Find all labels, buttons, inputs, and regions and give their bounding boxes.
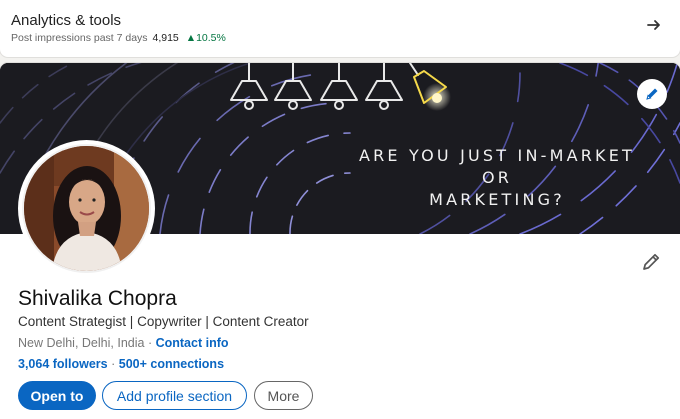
separator: · xyxy=(111,357,116,371)
impressions-count: 4,915 xyxy=(152,32,179,44)
connections-link[interactable]: 500+ connections xyxy=(119,357,224,371)
pencil-icon xyxy=(646,88,658,100)
location-line: New Delhi, Delhi, India · Contact info xyxy=(18,336,229,350)
banner-line-3: MARKETING? xyxy=(429,190,565,209)
avatar[interactable] xyxy=(18,140,155,277)
separator: · xyxy=(147,336,153,350)
banner-slogan: ARE YOU JUST IN-MARKET OR MARKETING? xyxy=(358,145,636,211)
analytics-card[interactable]: Analytics & tools Post impressions past … xyxy=(0,0,680,57)
analytics-title: Analytics & tools xyxy=(11,12,122,29)
add-profile-section-button[interactable]: Add profile section xyxy=(102,381,247,410)
pencil-icon xyxy=(643,253,660,270)
profile-photo xyxy=(24,146,149,271)
impressions-trend: ▲10.5% xyxy=(185,32,226,44)
banner-line-1: ARE YOU JUST IN-MARKET xyxy=(358,146,636,165)
profile-card: ARE YOU JUST IN-MARKET OR MARKETING? Shi… xyxy=(0,63,680,419)
arrow-right-icon[interactable] xyxy=(646,17,662,33)
profile-location: New Delhi, Delhi, India xyxy=(18,336,145,350)
profile-headline: Content Strategist | Copywriter | Conten… xyxy=(18,314,309,329)
banner-line-2: OR xyxy=(481,168,513,187)
impressions-label: Post impressions past 7 days xyxy=(11,32,148,44)
more-button[interactable]: More xyxy=(254,381,313,410)
network-line: 3,064 followers · 500+ connections xyxy=(18,357,224,371)
analytics-subtitle: Post impressions past 7 days 4,915 ▲10.5… xyxy=(11,32,226,44)
edit-intro-button[interactable] xyxy=(640,251,662,273)
open-to-button[interactable]: Open to xyxy=(18,381,96,410)
followers-link[interactable]: 3,064 followers xyxy=(18,357,108,371)
profile-name: Shivalika Chopra xyxy=(18,287,177,310)
contact-info-link[interactable]: Contact info xyxy=(156,336,229,350)
edit-banner-button[interactable] xyxy=(637,79,667,109)
